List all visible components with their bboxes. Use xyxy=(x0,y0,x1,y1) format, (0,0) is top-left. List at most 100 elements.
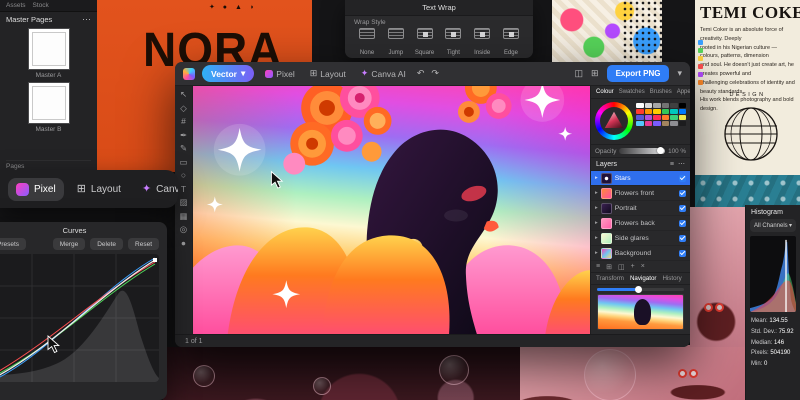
kebab-icon[interactable]: ⋯ xyxy=(678,161,685,168)
persona-bar-pixel[interactable]: Pixel xyxy=(8,178,64,201)
swatch[interactable] xyxy=(679,121,687,126)
swatch[interactable] xyxy=(662,103,670,108)
chevron-right-icon[interactable]: ▸ xyxy=(595,235,598,241)
layer-visibility-checkbox[interactable] xyxy=(679,235,686,242)
swatch[interactable] xyxy=(670,115,678,120)
wrap-option-inside[interactable]: Inside xyxy=(469,28,495,58)
page-indicator[interactable]: 1 of 1 xyxy=(185,338,203,345)
tab-colour[interactable]: Colour xyxy=(596,89,614,95)
menu-icon[interactable]: ≡ xyxy=(596,263,600,270)
colour-well-icon[interactable]: ● xyxy=(181,239,186,248)
swatch[interactable] xyxy=(679,115,687,120)
node-tool-icon[interactable]: ◇ xyxy=(180,104,187,113)
persona-canva-ai[interactable]: ✦ Canva AI xyxy=(357,66,410,82)
navigator-thumbnail[interactable] xyxy=(597,294,684,330)
chevron-down-icon[interactable]: ▾ xyxy=(677,69,682,78)
layer-row-flowers-back[interactable]: ▸ Flowers back xyxy=(591,216,690,231)
add-layer-icon[interactable]: + xyxy=(631,263,635,270)
move-tool-icon[interactable]: ↖ xyxy=(180,90,187,99)
pages-section-label[interactable]: Pages xyxy=(6,160,91,170)
chevron-right-icon[interactable]: ▸ xyxy=(595,220,598,226)
tab-brushes[interactable]: Brushes xyxy=(650,89,672,95)
opacity-value[interactable]: 100 % xyxy=(668,148,686,155)
swatch[interactable] xyxy=(670,109,678,114)
master-b-thumbnail[interactable] xyxy=(28,82,70,124)
navigator-zoom-slider[interactable] xyxy=(597,288,684,291)
swatch[interactable] xyxy=(645,103,653,108)
layer-row-flowers-front[interactable]: ▸ Flowers front xyxy=(591,186,690,201)
merge-button[interactable]: Merge xyxy=(53,238,85,250)
crop-tool-icon[interactable]: # xyxy=(181,117,186,126)
text-tool-icon[interactable]: T xyxy=(181,185,186,194)
layer-row-background[interactable]: ▸ Background xyxy=(591,246,690,261)
gradient-tool-icon[interactable]: ▨ xyxy=(179,198,187,207)
layer-visibility-checkbox[interactable] xyxy=(679,220,686,227)
master-a-thumbnail[interactable] xyxy=(28,28,70,70)
grid-icon[interactable]: ⊞ xyxy=(606,263,612,271)
swatch[interactable] xyxy=(653,121,661,126)
layer-visibility-checkbox[interactable] xyxy=(679,250,686,257)
wrap-option-tight[interactable]: Tight xyxy=(440,28,466,58)
chevron-right-icon[interactable]: ▸ xyxy=(595,250,598,256)
wrap-option-none[interactable]: None xyxy=(354,28,380,58)
swatch[interactable] xyxy=(636,115,644,120)
swatch[interactable] xyxy=(679,103,687,108)
wrap-option-edge[interactable]: Edge xyxy=(498,28,524,58)
persona-vector-active[interactable]: Vector ▾ xyxy=(202,65,254,82)
swatch[interactable] xyxy=(645,109,653,114)
layer-row-portrait[interactable]: ▸ Portrait xyxy=(591,201,690,216)
swatch[interactable] xyxy=(636,103,644,108)
persona-bar-layout[interactable]: ⊞ Layout xyxy=(69,179,129,200)
transparency-tool-icon[interactable]: ▦ xyxy=(179,212,187,221)
swatch[interactable] xyxy=(636,121,644,126)
chevron-right-icon[interactable]: ▸ xyxy=(595,190,598,196)
document-canvas[interactable] xyxy=(193,86,590,334)
persona-bar-canva-ai[interactable]: ✦ Canva AI xyxy=(134,179,178,200)
channel-selector[interactable]: All Channels ▾ xyxy=(750,219,796,232)
layer-row-stars[interactable]: ▸ Stars xyxy=(591,171,690,186)
rectangle-tool-icon[interactable]: ▭ xyxy=(179,158,187,167)
pen-tool-icon[interactable]: ✒ xyxy=(180,131,187,140)
colour-triangle[interactable] xyxy=(603,110,625,132)
tab-history[interactable]: History xyxy=(662,275,681,282)
undo-icon[interactable]: ↶ xyxy=(417,69,425,78)
grid-view-icon[interactable]: ⊞ xyxy=(591,69,599,78)
pencil-tool-icon[interactable]: ✎ xyxy=(180,144,187,153)
swatch[interactable] xyxy=(645,121,653,126)
columns-view-icon[interactable]: ◫ xyxy=(575,69,584,78)
layer-visibility-checkbox[interactable] xyxy=(679,190,686,197)
swatch[interactable] xyxy=(679,109,687,114)
layer-visibility-checkbox[interactable] xyxy=(679,205,686,212)
kebab-icon[interactable]: ⋯ xyxy=(82,15,91,24)
ellipse-tool-icon[interactable]: ○ xyxy=(181,171,186,180)
swatch[interactable] xyxy=(653,115,661,120)
menu-icon[interactable]: ≡ xyxy=(670,161,674,168)
swatch[interactable] xyxy=(662,115,670,120)
curves-graph[interactable] xyxy=(0,254,159,382)
swatch[interactable] xyxy=(645,115,653,120)
tab-appearance[interactable]: Appearance xyxy=(677,89,690,95)
layer-row-side-glares[interactable]: ▸ Side glares xyxy=(591,231,690,246)
delete-layer-icon[interactable]: × xyxy=(641,263,645,270)
wrap-option-square[interactable]: Square xyxy=(412,28,438,58)
persona-layout[interactable]: ⊞ Layout xyxy=(306,66,350,82)
stock-tab[interactable]: Stock xyxy=(33,2,49,9)
tab-transform[interactable]: Transform xyxy=(596,275,624,282)
swatch[interactable] xyxy=(670,103,678,108)
persona-pixel[interactable]: Pixel xyxy=(261,66,298,82)
colour-wheel[interactable] xyxy=(595,102,633,140)
swatch[interactable] xyxy=(653,109,661,114)
swatch[interactable] xyxy=(653,103,661,108)
reset-button[interactable]: Reset xyxy=(128,238,159,250)
layer-visibility-checkbox[interactable] xyxy=(679,175,686,182)
swatch[interactable] xyxy=(662,121,670,126)
swatch[interactable] xyxy=(670,121,678,126)
wrap-option-jump[interactable]: Jump xyxy=(383,28,409,58)
presets-button[interactable]: Presets xyxy=(0,238,26,250)
zoom-tool-icon[interactable]: ◎ xyxy=(180,225,187,234)
tab-navigator[interactable]: Navigator xyxy=(630,275,656,282)
assets-tab[interactable]: Assets xyxy=(6,2,26,9)
opacity-slider[interactable] xyxy=(619,148,665,154)
swatch[interactable] xyxy=(662,109,670,114)
swatch[interactable] xyxy=(636,109,644,114)
